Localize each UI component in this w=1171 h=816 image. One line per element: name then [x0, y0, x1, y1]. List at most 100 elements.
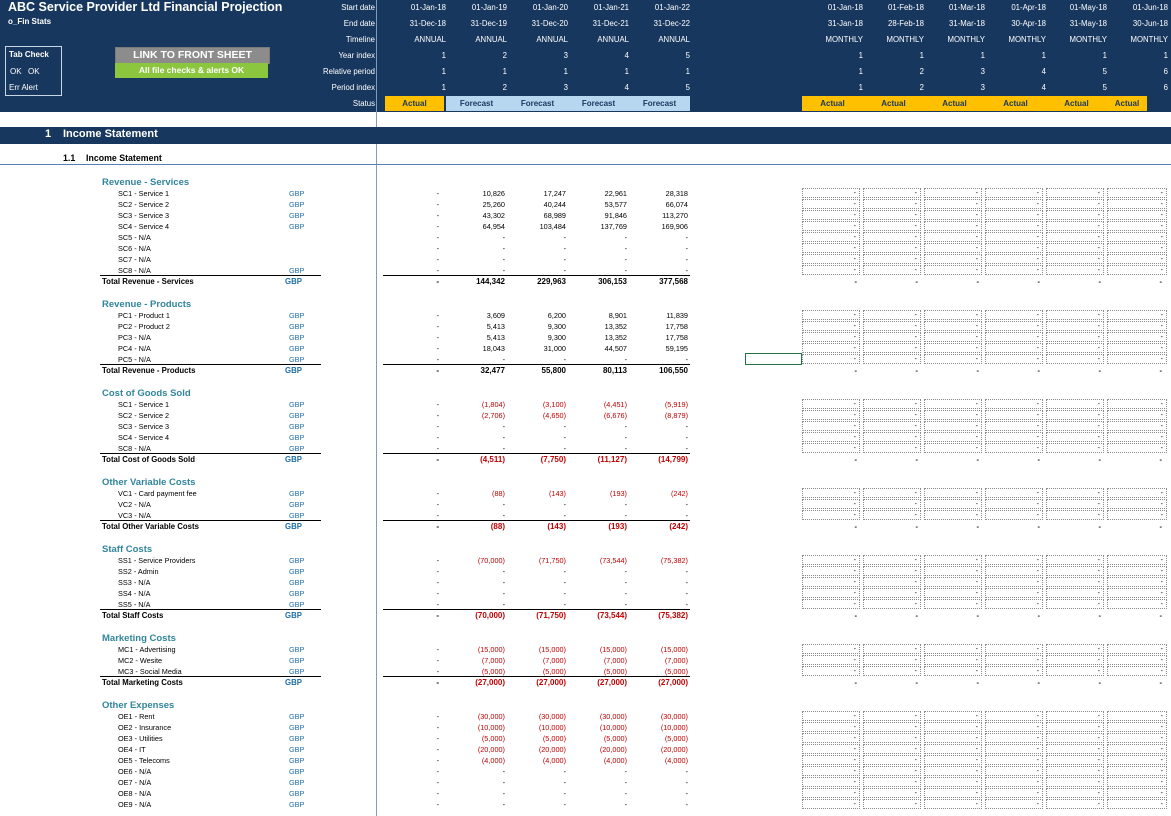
monthly-total-cell[interactable]: - [1107, 455, 1165, 464]
monthly-value-cell[interactable]: - [802, 354, 860, 364]
monthly-value-cell[interactable]: - [802, 343, 860, 353]
monthly-value-cell[interactable]: - [985, 777, 1043, 787]
monthly-total-cell[interactable]: - [1046, 522, 1104, 531]
monthly-value-cell[interactable]: - [1046, 443, 1104, 453]
annual-value-cell[interactable]: 18,043 [449, 344, 505, 353]
monthly-value-cell[interactable]: - [1107, 655, 1167, 665]
monthly-value-cell[interactable]: - [924, 432, 982, 442]
monthly-value-cell[interactable]: - [1046, 254, 1104, 264]
monthly-value-cell[interactable]: - [802, 488, 860, 498]
annual-value-cell[interactable]: - [383, 355, 439, 364]
monthly-value-cell[interactable]: - [863, 644, 921, 654]
annual-value-cell[interactable]: - [571, 778, 627, 787]
annual-value-cell[interactable]: 6,200 [510, 311, 566, 320]
monthly-value-cell[interactable]: - [802, 399, 860, 409]
monthly-total-cell[interactable]: - [924, 611, 982, 620]
annual-value-cell[interactable]: - [632, 244, 688, 253]
total-value-cell[interactable]: (4,511) [449, 455, 505, 464]
monthly-value-cell[interactable]: - [1046, 354, 1104, 364]
annual-value-cell[interactable]: (20,000) [632, 745, 688, 754]
monthly-value-cell[interactable]: - [985, 443, 1043, 453]
monthly-value-cell[interactable]: - [802, 188, 860, 198]
monthly-value-cell[interactable]: - [863, 399, 921, 409]
annual-value-cell[interactable]: (30,000) [510, 712, 566, 721]
annual-value-cell[interactable]: (20,000) [510, 745, 566, 754]
monthly-value-cell[interactable]: - [863, 711, 921, 721]
annual-value-cell[interactable]: - [449, 244, 505, 253]
annual-value-cell[interactable]: - [383, 778, 439, 787]
monthly-value-cell[interactable]: - [1046, 577, 1104, 587]
monthly-value-cell[interactable]: - [924, 310, 982, 320]
monthly-value-cell[interactable]: - [1046, 332, 1104, 342]
annual-value-cell[interactable]: 44,507 [571, 344, 627, 353]
monthly-value-cell[interactable]: - [924, 210, 982, 220]
monthly-value-cell[interactable]: - [985, 221, 1043, 231]
annual-value-cell[interactable]: - [383, 656, 439, 665]
annual-value-cell[interactable]: - [383, 189, 439, 198]
annual-value-cell[interactable]: - [383, 344, 439, 353]
monthly-total-cell[interactable]: - [985, 522, 1043, 531]
monthly-value-cell[interactable]: - [1046, 711, 1104, 721]
monthly-value-cell[interactable]: - [985, 210, 1043, 220]
annual-value-cell[interactable]: 22,961 [571, 189, 627, 198]
monthly-value-cell[interactable]: - [924, 332, 982, 342]
annual-value-cell[interactable]: - [632, 589, 688, 598]
annual-value-cell[interactable]: - [571, 567, 627, 576]
monthly-value-cell[interactable]: - [985, 421, 1043, 431]
annual-value-cell[interactable]: - [510, 233, 566, 242]
annual-value-cell[interactable]: - [571, 244, 627, 253]
monthly-value-cell[interactable]: - [924, 265, 982, 275]
total-value-cell[interactable]: 106,550 [632, 366, 688, 375]
monthly-total-cell[interactable]: - [1046, 277, 1104, 286]
total-value-cell[interactable]: (70,000) [449, 611, 505, 620]
annual-value-cell[interactable]: (15,000) [449, 645, 505, 654]
annual-value-cell[interactable]: - [383, 489, 439, 498]
monthly-value-cell[interactable]: - [863, 254, 921, 264]
monthly-value-cell[interactable]: - [1046, 510, 1104, 520]
monthly-value-cell[interactable]: - [924, 722, 982, 732]
monthly-value-cell[interactable]: - [1046, 410, 1104, 420]
annual-value-cell[interactable]: - [383, 589, 439, 598]
monthly-total-cell[interactable]: - [802, 611, 860, 620]
monthly-value-cell[interactable]: - [924, 788, 982, 798]
annual-value-cell[interactable]: - [632, 500, 688, 509]
annual-value-cell[interactable]: - [510, 600, 566, 609]
monthly-value-cell[interactable]: - [985, 666, 1043, 676]
annual-value-cell[interactable]: - [383, 311, 439, 320]
monthly-value-cell[interactable]: - [1107, 566, 1167, 576]
monthly-value-cell[interactable]: - [924, 410, 982, 420]
monthly-value-cell[interactable]: - [1046, 599, 1104, 609]
monthly-value-cell[interactable]: - [1107, 421, 1167, 431]
monthly-value-cell[interactable]: - [1046, 265, 1104, 275]
monthly-value-cell[interactable]: - [1046, 399, 1104, 409]
annual-value-cell[interactable]: (10,000) [632, 723, 688, 732]
monthly-value-cell[interactable]: - [985, 265, 1043, 275]
annual-value-cell[interactable]: - [383, 233, 439, 242]
monthly-value-cell[interactable]: - [985, 799, 1043, 809]
monthly-value-cell[interactable]: - [1107, 755, 1167, 765]
annual-value-cell[interactable]: (6,676) [571, 411, 627, 420]
monthly-value-cell[interactable]: - [924, 733, 982, 743]
annual-value-cell[interactable]: (70,000) [449, 556, 505, 565]
monthly-total-cell[interactable]: - [1107, 611, 1165, 620]
annual-value-cell[interactable]: 169,906 [632, 222, 688, 231]
monthly-value-cell[interactable]: - [985, 566, 1043, 576]
annual-value-cell[interactable]: - [571, 789, 627, 798]
monthly-value-cell[interactable]: - [1046, 343, 1104, 353]
annual-value-cell[interactable]: - [510, 255, 566, 264]
monthly-value-cell[interactable]: - [863, 799, 921, 809]
monthly-value-cell[interactable]: - [802, 421, 860, 431]
annual-value-cell[interactable]: - [383, 756, 439, 765]
monthly-value-cell[interactable]: - [1107, 243, 1167, 253]
monthly-value-cell[interactable]: - [1107, 332, 1167, 342]
annual-value-cell[interactable]: - [571, 767, 627, 776]
monthly-value-cell[interactable]: - [802, 332, 860, 342]
monthly-value-cell[interactable]: - [1107, 310, 1167, 320]
annual-value-cell[interactable]: - [449, 266, 505, 275]
monthly-total-cell[interactable]: - [863, 455, 921, 464]
annual-value-cell[interactable]: - [383, 333, 439, 342]
monthly-value-cell[interactable]: - [1046, 188, 1104, 198]
monthly-value-cell[interactable]: - [802, 666, 860, 676]
total-value-cell[interactable]: 80,113 [571, 366, 627, 375]
annual-value-cell[interactable]: (20,000) [449, 745, 505, 754]
